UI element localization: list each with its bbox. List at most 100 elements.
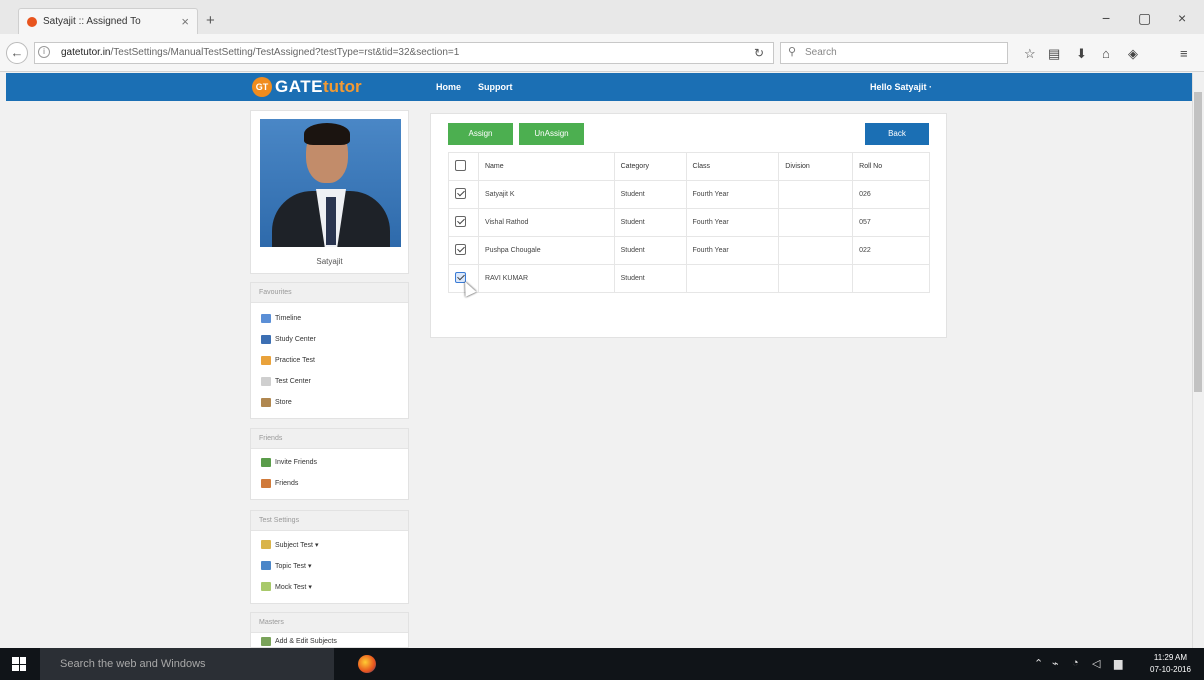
search-icon: ⚲ xyxy=(788,46,797,58)
cell-roll-no: 026 xyxy=(852,180,930,209)
profile-name: Satyajit xyxy=(316,257,343,266)
row-checkbox[interactable] xyxy=(455,244,466,255)
table-row: Satyajit K Student Fourth Year 026 xyxy=(448,180,930,209)
sidebar-item-label: Timeline xyxy=(275,315,302,322)
sidebar-item-label: Study Center xyxy=(275,336,316,343)
table-row: Vishal Rathod Student Fourth Year 057 xyxy=(448,208,930,237)
table-row: Pushpa Chougale Student Fourth Year 022 xyxy=(448,236,930,265)
row-select-cell xyxy=(448,180,479,209)
taskbar-clock[interactable]: 11:29 AM 07-10-2016 xyxy=(1150,652,1191,676)
sidebar-item-study-center[interactable]: Study Center xyxy=(251,329,408,350)
sidebar-item-timeline[interactable]: Timeline xyxy=(251,308,408,329)
site-logo[interactable]: GT GATE tutor xyxy=(252,77,362,97)
study-center-icon xyxy=(261,335,271,344)
tray-chevron-icon[interactable]: ⌃ xyxy=(1034,657,1043,670)
select-all-checkbox[interactable] xyxy=(455,160,466,171)
nav-home-link[interactable]: Home xyxy=(436,82,461,92)
cell-name: Pushpa Chougale xyxy=(477,236,615,265)
sidebar-item-label: Add & Edit Subjects xyxy=(275,637,337,645)
row-checkbox[interactable] xyxy=(455,188,466,199)
tray-wifi-icon[interactable]: ◔ xyxy=(1072,657,1079,669)
windows-taskbar: Search the web and Windows ⌃ ⌁ ◔ ◁ ▆ 11:… xyxy=(0,648,1204,680)
nav-support-link[interactable]: Support xyxy=(478,82,513,92)
home-icon[interactable]: ⌂ xyxy=(1102,46,1110,61)
browser-tab[interactable]: Satyajit :: Assigned To × xyxy=(18,8,198,34)
site-info-icon[interactable]: i xyxy=(38,46,50,58)
browser-search-input[interactable]: Search xyxy=(780,42,1008,64)
cell-name: RAVI KUMAR xyxy=(477,264,615,293)
logo-badge-icon: GT xyxy=(252,77,272,97)
test-settings-panel: Test Settings Subject Test ▾ Topic Test … xyxy=(250,510,409,604)
cell-roll-no: 057 xyxy=(852,208,930,237)
sidebar-item-label: Mock Test ▾ xyxy=(275,583,312,591)
close-window-button[interactable]: × xyxy=(1178,10,1186,26)
tray-network-icon[interactable]: ⌁ xyxy=(1052,657,1059,670)
subject-test-icon xyxy=(261,540,271,549)
cell-class: Fourth Year xyxy=(685,208,780,237)
test-center-icon xyxy=(261,377,271,386)
back-button[interactable]: Back xyxy=(865,123,929,145)
cell-division xyxy=(778,264,854,293)
sidebar-item-test-center[interactable]: Test Center xyxy=(251,371,408,392)
download-icon[interactable]: ⬇ xyxy=(1076,46,1087,62)
store-icon xyxy=(261,398,271,407)
minimize-button[interactable]: − xyxy=(1102,10,1110,26)
menu-icon[interactable]: ≡ xyxy=(1180,46,1188,61)
table-header-row: Name Category Class Division Roll No xyxy=(448,152,930,181)
windows-start-icon[interactable] xyxy=(12,657,26,671)
site-header: GT GATE tutor Home Support Hello Satyaji… xyxy=(6,73,1192,101)
sidebar-item-label: Practice Test xyxy=(275,357,315,364)
row-select-cell xyxy=(448,208,479,237)
reading-list-icon[interactable]: ▤ xyxy=(1048,46,1060,62)
new-tab-button[interactable]: + xyxy=(206,12,215,29)
firefox-icon[interactable] xyxy=(358,655,376,673)
sidebar-item-label: Test Center xyxy=(275,378,311,385)
cell-class: Fourth Year xyxy=(685,180,780,209)
sidebar-item-label: Topic Test ▾ xyxy=(275,562,312,570)
sidebar-item-add-edit-subjects[interactable]: Add & Edit Subjects xyxy=(251,633,408,647)
assign-button[interactable]: Assign xyxy=(448,123,513,145)
sidebar-item-invite-friends[interactable]: Invite Friends xyxy=(251,452,408,473)
logo-tutor-text: tutor xyxy=(322,77,362,96)
cell-category: Student xyxy=(613,264,687,293)
user-greeting-menu[interactable]: Hello Satyajit · xyxy=(870,82,932,92)
add-subjects-icon xyxy=(261,636,271,646)
sidebar-item-topic-test[interactable]: Topic Test ▾ xyxy=(251,555,408,576)
test-settings-title: Test Settings xyxy=(251,511,408,531)
sidebar-item-store[interactable]: Store xyxy=(251,392,408,413)
sidebar-item-practice-test[interactable]: Practice Test xyxy=(251,350,408,371)
tray-message-icon[interactable]: ▆ xyxy=(1114,657,1122,670)
maximize-button[interactable]: ▢ xyxy=(1138,10,1151,27)
profile-photo[interactable] xyxy=(260,119,401,247)
clock-date: 07-10-2016 xyxy=(1150,665,1191,674)
unassign-button[interactable]: UnAssign xyxy=(519,123,584,145)
tab-title: Satyajit :: Assigned To xyxy=(43,16,141,27)
bookmark-star-icon[interactable]: ☆ xyxy=(1024,46,1036,62)
row-checkbox[interactable] xyxy=(455,216,466,227)
reload-icon[interactable]: ↻ xyxy=(754,46,764,60)
site-favicon-icon xyxy=(27,16,37,27)
scrollbar-thumb[interactable] xyxy=(1194,92,1202,392)
cell-division xyxy=(778,180,854,209)
sidebar-item-subject-test[interactable]: Subject Test ▾ xyxy=(251,534,408,555)
cell-roll-no: 022 xyxy=(852,236,930,265)
practice-test-icon xyxy=(261,356,271,365)
sidebar-item-mock-test[interactable]: Mock Test ▾ xyxy=(251,576,408,597)
address-bar[interactable]: gatetutor.in/TestSettings/ManualTestSett… xyxy=(34,42,774,64)
taskbar-search-input[interactable]: Search the web and Windows xyxy=(40,648,334,680)
sidebar-item-friends[interactable]: Friends xyxy=(251,473,408,494)
tray-volume-icon[interactable]: ◁ xyxy=(1092,657,1100,670)
cell-name: Vishal Rathod xyxy=(477,208,615,237)
friends-icon xyxy=(261,479,271,488)
tab-close-icon[interactable]: × xyxy=(181,14,189,29)
back-arrow-icon[interactable]: ← xyxy=(6,42,28,64)
url-host: gatetutor.in xyxy=(61,47,111,58)
logo-gate-text: GATE xyxy=(275,77,323,96)
sidebar-item-label: Invite Friends xyxy=(275,459,318,466)
sidebar-item-label: Store xyxy=(275,399,292,406)
topic-test-icon xyxy=(261,561,271,570)
timeline-icon xyxy=(261,314,271,323)
friends-panel: Friends Invite Friends Friends xyxy=(250,428,409,500)
pocket-icon[interactable]: ◈ xyxy=(1128,46,1138,62)
cell-class: Fourth Year xyxy=(685,236,780,265)
